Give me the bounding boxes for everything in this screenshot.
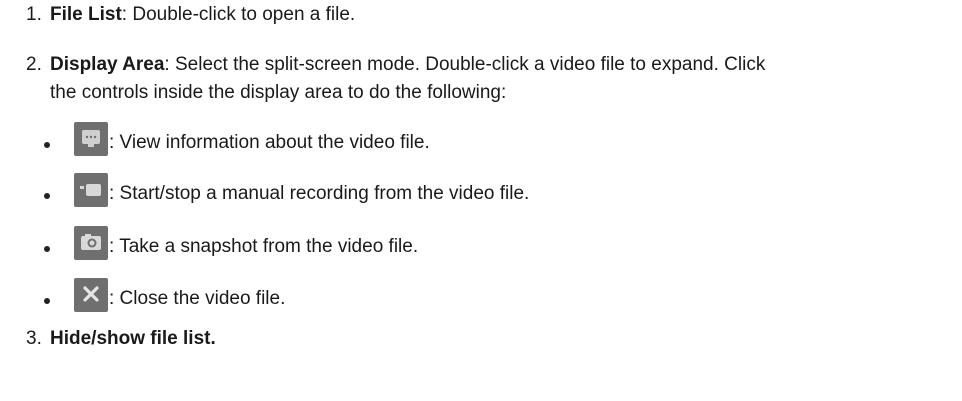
item-title: File List: [50, 4, 122, 25]
bullet: [44, 246, 50, 252]
control-text: : View information about the video file.: [109, 132, 430, 153]
control-text: : Take a snapshot from the video file.: [109, 236, 419, 257]
item-number: 1.: [26, 4, 42, 25]
item-text-continuation: the controls inside the display area to …: [50, 82, 507, 103]
item-title: Display Area: [50, 54, 165, 75]
item-number: 2.: [26, 54, 42, 75]
video-camera-icon: [74, 173, 108, 207]
item-text: : Double-click to open a file.: [121, 4, 356, 25]
close-icon: [74, 278, 108, 312]
info-screen-icon: [74, 122, 108, 156]
list-item-hide-show: 3. Hide/show file list.: [26, 326, 216, 352]
bullet: [44, 298, 50, 304]
control-item-info: : View information about the video file.: [44, 122, 430, 156]
list-item-display-area: 2. Display Area: Select the split-screen …: [26, 52, 765, 78]
control-text: : Start/stop a manual recording from the…: [109, 183, 530, 204]
item-text: : Select the split-screen mode. Double-c…: [164, 54, 766, 75]
control-item-record: : Start/stop a manual recording from the…: [44, 173, 529, 207]
bullet: [44, 142, 50, 148]
camera-icon: [74, 226, 108, 260]
list-item-file-list: 1. File List: Double-click to open a file…: [26, 2, 355, 28]
control-item-snapshot: : Take a snapshot from the video file.: [44, 226, 418, 260]
item-title: Hide/show file list.: [50, 328, 216, 349]
item-number: 3.: [26, 328, 42, 349]
control-text: : Close the video file.: [109, 288, 286, 309]
bullet: [44, 193, 50, 199]
control-item-close: : Close the video file.: [44, 278, 285, 312]
